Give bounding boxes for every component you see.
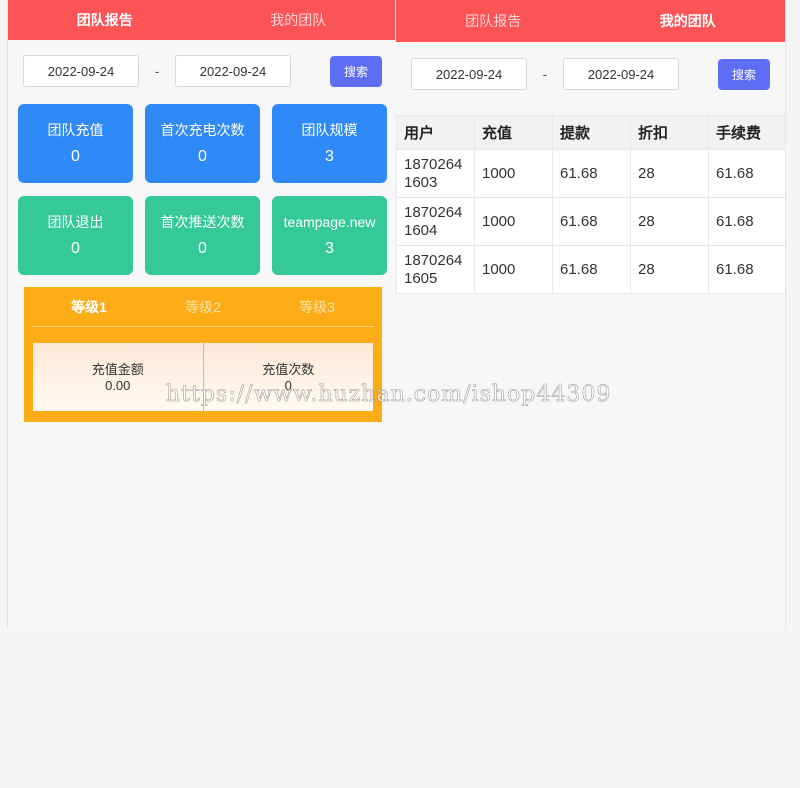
header-user: 用户	[396, 115, 475, 150]
cell-user: 18702641605	[396, 245, 475, 294]
cell-withdraw: 61.68	[552, 197, 631, 246]
stat-label: 首次充电次数	[160, 122, 245, 138]
stats-cards: 团队充值 0 首次充电次数 0 团队规模 3 团队退出 0 首次推送次数 0 t…	[18, 104, 388, 275]
date-separator: -	[154, 63, 160, 79]
level-stat-value: 0.00	[105, 378, 131, 393]
tab-bar: 团队报告 我的团队	[8, 0, 395, 40]
stat-value: 3	[325, 148, 334, 165]
header-fee: 手续费	[708, 115, 785, 150]
search-button[interactable]: 搜索	[718, 58, 770, 90]
tab-team-report[interactable]: 团队报告	[396, 0, 591, 42]
cell-recharge: 1000	[474, 149, 553, 198]
level-stat-label: 充值次数	[262, 362, 315, 377]
stat-label: 首次推送次数	[160, 214, 245, 230]
stat-card-team-withdraw[interactable]: 团队退出 0	[18, 196, 133, 275]
cell-fee: 61.68	[708, 245, 785, 294]
cell-recharge: 1000	[474, 197, 553, 246]
date-filter: - 搜索	[411, 58, 770, 90]
cell-user: 18702641604	[396, 197, 475, 246]
team-members-table: 用户 充值 提款 折扣 手续费 18702641603 1000 61.68 2…	[396, 115, 785, 294]
stat-card-team-recharge[interactable]: 团队充值 0	[18, 104, 133, 183]
cell-discount: 28	[630, 245, 709, 294]
level-stats: 充值金额 0.00 充值次数 0	[33, 343, 373, 411]
cell-user: 18702641603	[396, 149, 475, 198]
table-row[interactable]: 18702641604 1000 61.68 28 61.68	[396, 197, 785, 246]
tab-level-3[interactable]: 等级3	[260, 297, 374, 317]
header-recharge: 充值	[474, 115, 553, 150]
stat-card-first-push-count[interactable]: 首次推送次数 0	[145, 196, 260, 275]
stat-label: 团队规模	[301, 122, 358, 138]
header-discount: 折扣	[630, 115, 709, 150]
tab-bar: 团队报告 我的团队	[396, 0, 785, 42]
end-date-input[interactable]	[175, 55, 291, 87]
tab-my-team[interactable]: 我的团队	[202, 1, 396, 39]
stat-value: 0	[198, 240, 207, 257]
tab-team-report[interactable]: 团队报告	[8, 1, 202, 39]
stat-label: 团队充值	[47, 122, 104, 138]
cell-recharge: 1000	[474, 245, 553, 294]
start-date-input[interactable]	[23, 55, 139, 87]
my-team-panel: 团队报告 我的团队 - 搜索 用户 充值 提款 折扣 手续费 187026416…	[396, 0, 786, 628]
stat-value: 3	[325, 240, 334, 257]
stat-value: 0	[198, 148, 207, 165]
header-withdraw: 提款	[552, 115, 631, 150]
level-recharge-count: 充值次数 0	[202, 343, 373, 411]
level-recharge-amount: 充值金额 0.00	[33, 343, 203, 411]
level-section: 等级1 等级2 等级3 充值金额 0.00 充值次数 0	[24, 287, 382, 422]
cell-discount: 28	[630, 149, 709, 198]
stat-label: teampage.new	[283, 214, 376, 230]
cell-withdraw: 61.68	[552, 149, 631, 198]
level-stat-value: 0	[284, 378, 292, 393]
cell-fee: 61.68	[708, 149, 785, 198]
end-date-input[interactable]	[563, 58, 679, 90]
cell-fee: 61.68	[708, 197, 785, 246]
table-row[interactable]: 18702641603 1000 61.68 28 61.68	[396, 149, 785, 198]
cell-discount: 28	[630, 197, 709, 246]
level-stat-label: 充值金额	[91, 362, 144, 377]
team-report-panel: 团队报告 我的团队 - 搜索 团队充值 0 首次充电次数 0 团队规模 3 团队…	[7, 0, 395, 628]
tab-level-2[interactable]: 等级2	[146, 297, 260, 317]
table-row[interactable]: 18702641605 1000 61.68 28 61.68	[396, 245, 785, 294]
tab-level-1[interactable]: 等级1	[32, 297, 146, 317]
tab-my-team[interactable]: 我的团队	[591, 0, 786, 42]
stat-card-first-charge-count[interactable]: 首次充电次数 0	[145, 104, 260, 183]
stat-value: 0	[71, 148, 80, 165]
stat-card-teampage-new[interactable]: teampage.new 3	[272, 196, 387, 275]
table-header-row: 用户 充值 提款 折扣 手续费	[396, 115, 785, 150]
level-tabs: 等级1 等级2 等级3	[32, 287, 374, 327]
start-date-input[interactable]	[411, 58, 527, 90]
stat-card-team-size[interactable]: 团队规模 3	[272, 104, 387, 183]
date-filter: - 搜索	[23, 55, 382, 87]
search-button[interactable]: 搜索	[330, 55, 382, 87]
date-separator: -	[542, 66, 548, 82]
stat-label: 团队退出	[47, 214, 104, 230]
stat-value: 0	[71, 240, 80, 257]
cell-withdraw: 61.68	[552, 245, 631, 294]
